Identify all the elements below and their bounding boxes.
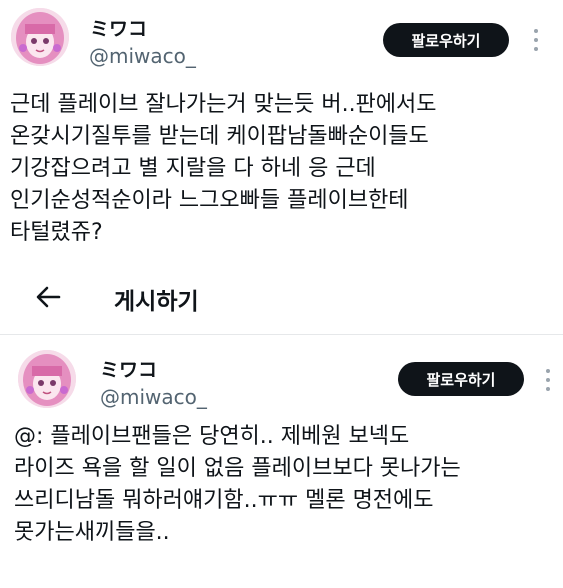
- more-options-icon[interactable]: [545, 369, 551, 391]
- tweet-text: 근데 플레이브 잘나가는거 맞는듯 버..판에서도 온갖시기질투를 받는데 케이…: [10, 92, 437, 245]
- avatar[interactable]: [18, 350, 76, 408]
- nav-title: 게시하기: [114, 289, 199, 315]
- follow-button[interactable]: 팔로우하기: [383, 23, 509, 57]
- user-handle[interactable]: @miwaco_: [89, 44, 196, 68]
- user-handle[interactable]: @miwaco_: [100, 385, 207, 409]
- display-name[interactable]: ミワコ: [90, 14, 147, 41]
- follow-button[interactable]: 팔로우하기: [398, 362, 524, 396]
- divider: [0, 334, 563, 335]
- more-options-icon[interactable]: [533, 29, 539, 51]
- tweet-text: @: 플레이브팬들은 당연히.. 제베원 보넥도 라이즈 욕을 할 일이 없음 …: [14, 424, 461, 545]
- avatar-image: [11, 8, 69, 66]
- avatar[interactable]: [11, 8, 69, 66]
- display-name[interactable]: ミワコ: [100, 355, 157, 382]
- arrow-left-icon[interactable]: [35, 285, 61, 309]
- avatar-image: [18, 350, 76, 408]
- nav-bar: 게시하기: [0, 276, 563, 320]
